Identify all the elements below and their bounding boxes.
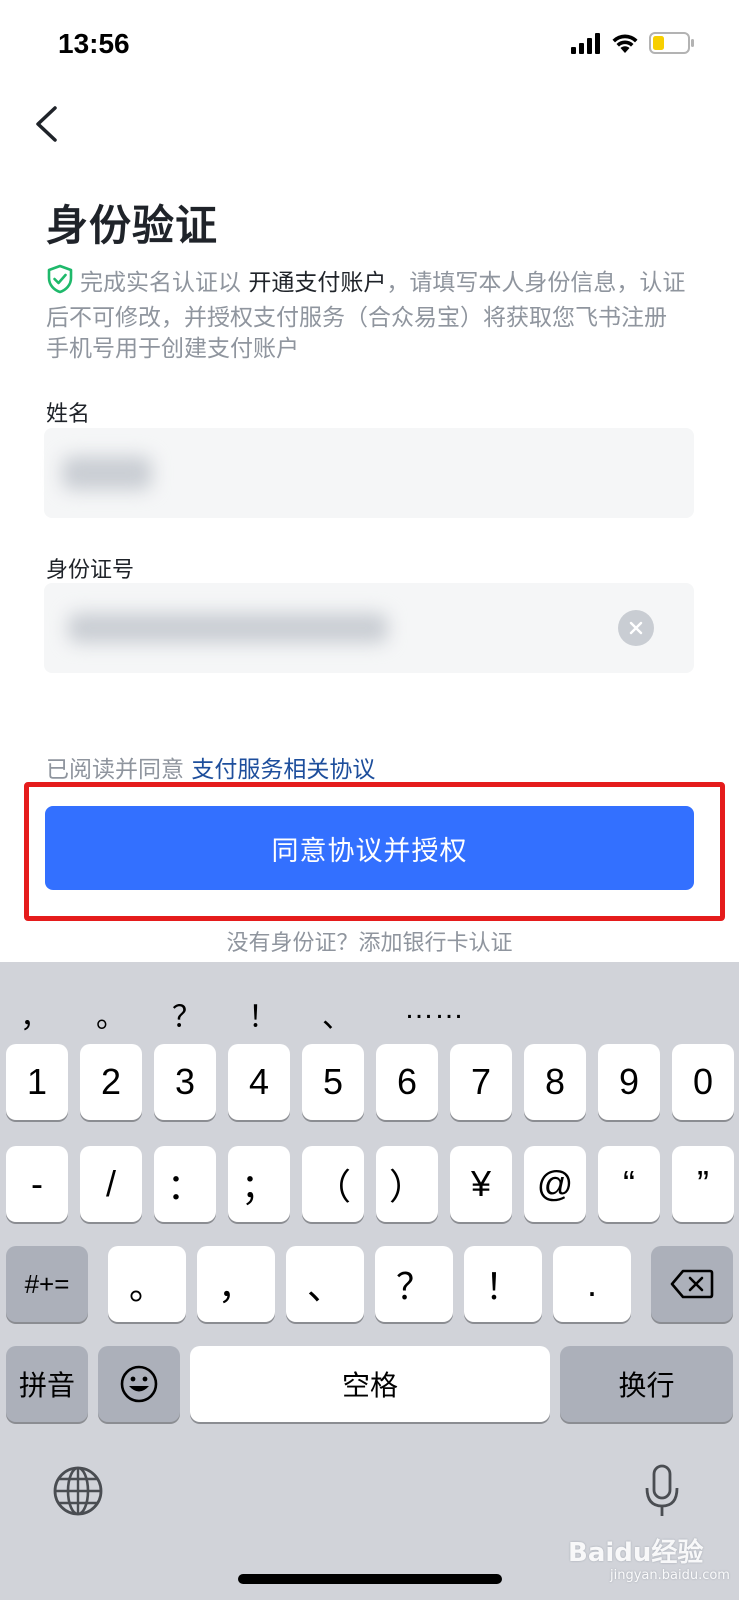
suggestion-item[interactable]: 。 [96,992,126,1036]
back-button[interactable] [26,100,66,148]
key-enum-comma[interactable]: 、 [286,1246,364,1322]
key-comma-cn[interactable]: ， [197,1246,275,1322]
notice-text: 完成实名认证以 开通支付账户，请填写本人身份信息，认证后不可修改，并授权支付服务… [46,264,686,365]
agree-and-authorize-button[interactable]: 同意协议并授权 [45,806,694,890]
battery-icon [649,32,694,54]
punctuation-suggestions: ， 。 ？ ！ 、 …… [0,962,739,1036]
suggestion-item[interactable]: ！ [248,992,278,1036]
watermark-url: jingyan.baidu.com [610,1568,730,1583]
clear-button[interactable] [618,610,654,646]
suggestion-item[interactable]: ？ [172,992,202,1036]
key-semicolon[interactable]: ； [228,1146,290,1222]
key-2[interactable]: 2 [80,1044,142,1120]
suggestion-item[interactable]: …… [404,992,464,1026]
suggestion-item[interactable]: 、 [322,992,352,1036]
status-bar: 13:56 [0,0,739,90]
agreement-link[interactable]: 支付服务相关协议 [191,757,375,783]
dictation-button[interactable] [644,1464,680,1524]
key-6[interactable]: 6 [376,1044,438,1120]
key-hyphen[interactable]: - [6,1146,68,1222]
status-time: 13:56 [58,28,130,59]
key-dot[interactable]: . [553,1246,631,1322]
key-right-paren[interactable]: ） [376,1146,438,1222]
key-4[interactable]: 4 [228,1044,290,1120]
globe-icon [53,1466,103,1516]
add-bank-card-link[interactable]: 没有身份证？添加银行卡认证 [0,925,739,957]
backspace-icon [670,1269,714,1299]
chevron-left-icon [36,106,57,142]
key-left-quote[interactable]: “ [598,1146,660,1222]
agreement-line: 已阅读并同意 支付服务相关协议 [46,750,375,784]
key-slash[interactable]: / [80,1146,142,1222]
delete-key[interactable] [651,1246,733,1322]
key-left-paren[interactable]: （ [302,1146,364,1222]
key-7[interactable]: 7 [450,1044,512,1120]
agreement-prefix: 已阅读并同意 [46,757,184,783]
return-key[interactable]: 换行 [560,1346,733,1422]
watermark-logo: Baidu经验 [568,1538,704,1568]
name-field[interactable] [44,428,694,518]
key-9[interactable]: 9 [598,1044,660,1120]
close-icon [629,621,643,635]
key-5[interactable]: 5 [302,1044,364,1120]
key-colon[interactable]: ： [154,1146,216,1222]
key-8[interactable]: 8 [524,1044,586,1120]
key-0[interactable]: 0 [672,1044,734,1120]
home-indicator [238,1574,502,1584]
key-at[interactable]: @ [524,1146,586,1222]
key-period-cn[interactable]: 。 [108,1246,186,1322]
space-key[interactable]: 空格 [190,1346,550,1422]
key-exclamation[interactable]: ！ [464,1246,542,1322]
key-more-symbols[interactable]: #+= [6,1246,88,1322]
key-yen[interactable]: ¥ [450,1146,512,1222]
globe-button[interactable] [52,1465,104,1521]
id-number-label: 身份证号 [46,558,135,583]
microphone-icon [645,1464,679,1516]
signal-icon [571,33,600,54]
id-number-field[interactable] [44,583,694,673]
pinyin-key[interactable]: 拼音 [6,1346,88,1422]
key-3[interactable]: 3 [154,1044,216,1120]
emoji-key[interactable] [98,1346,180,1422]
status-icons [571,32,695,54]
redacted-id-number [68,613,388,643]
keyboard: ， 。 ？ ！ 、 …… 1 2 3 4 5 6 7 8 9 0 - / ： ；… [0,962,739,1600]
redacted-name [62,456,152,490]
key-right-quote[interactable]: ” [672,1146,734,1222]
wifi-icon [612,34,638,53]
shield-check-icon [46,264,74,303]
emoji-icon [120,1365,158,1403]
key-question[interactable]: ？ [375,1246,453,1322]
page-title: 身份验证 [46,201,219,250]
notice-highlight: 开通支付账户 [248,270,387,296]
name-label: 姓名 [46,402,91,427]
suggestion-item[interactable]: ， [20,992,50,1036]
key-1[interactable]: 1 [6,1044,68,1120]
notice-prefix: 完成实名认证以 [80,270,241,296]
